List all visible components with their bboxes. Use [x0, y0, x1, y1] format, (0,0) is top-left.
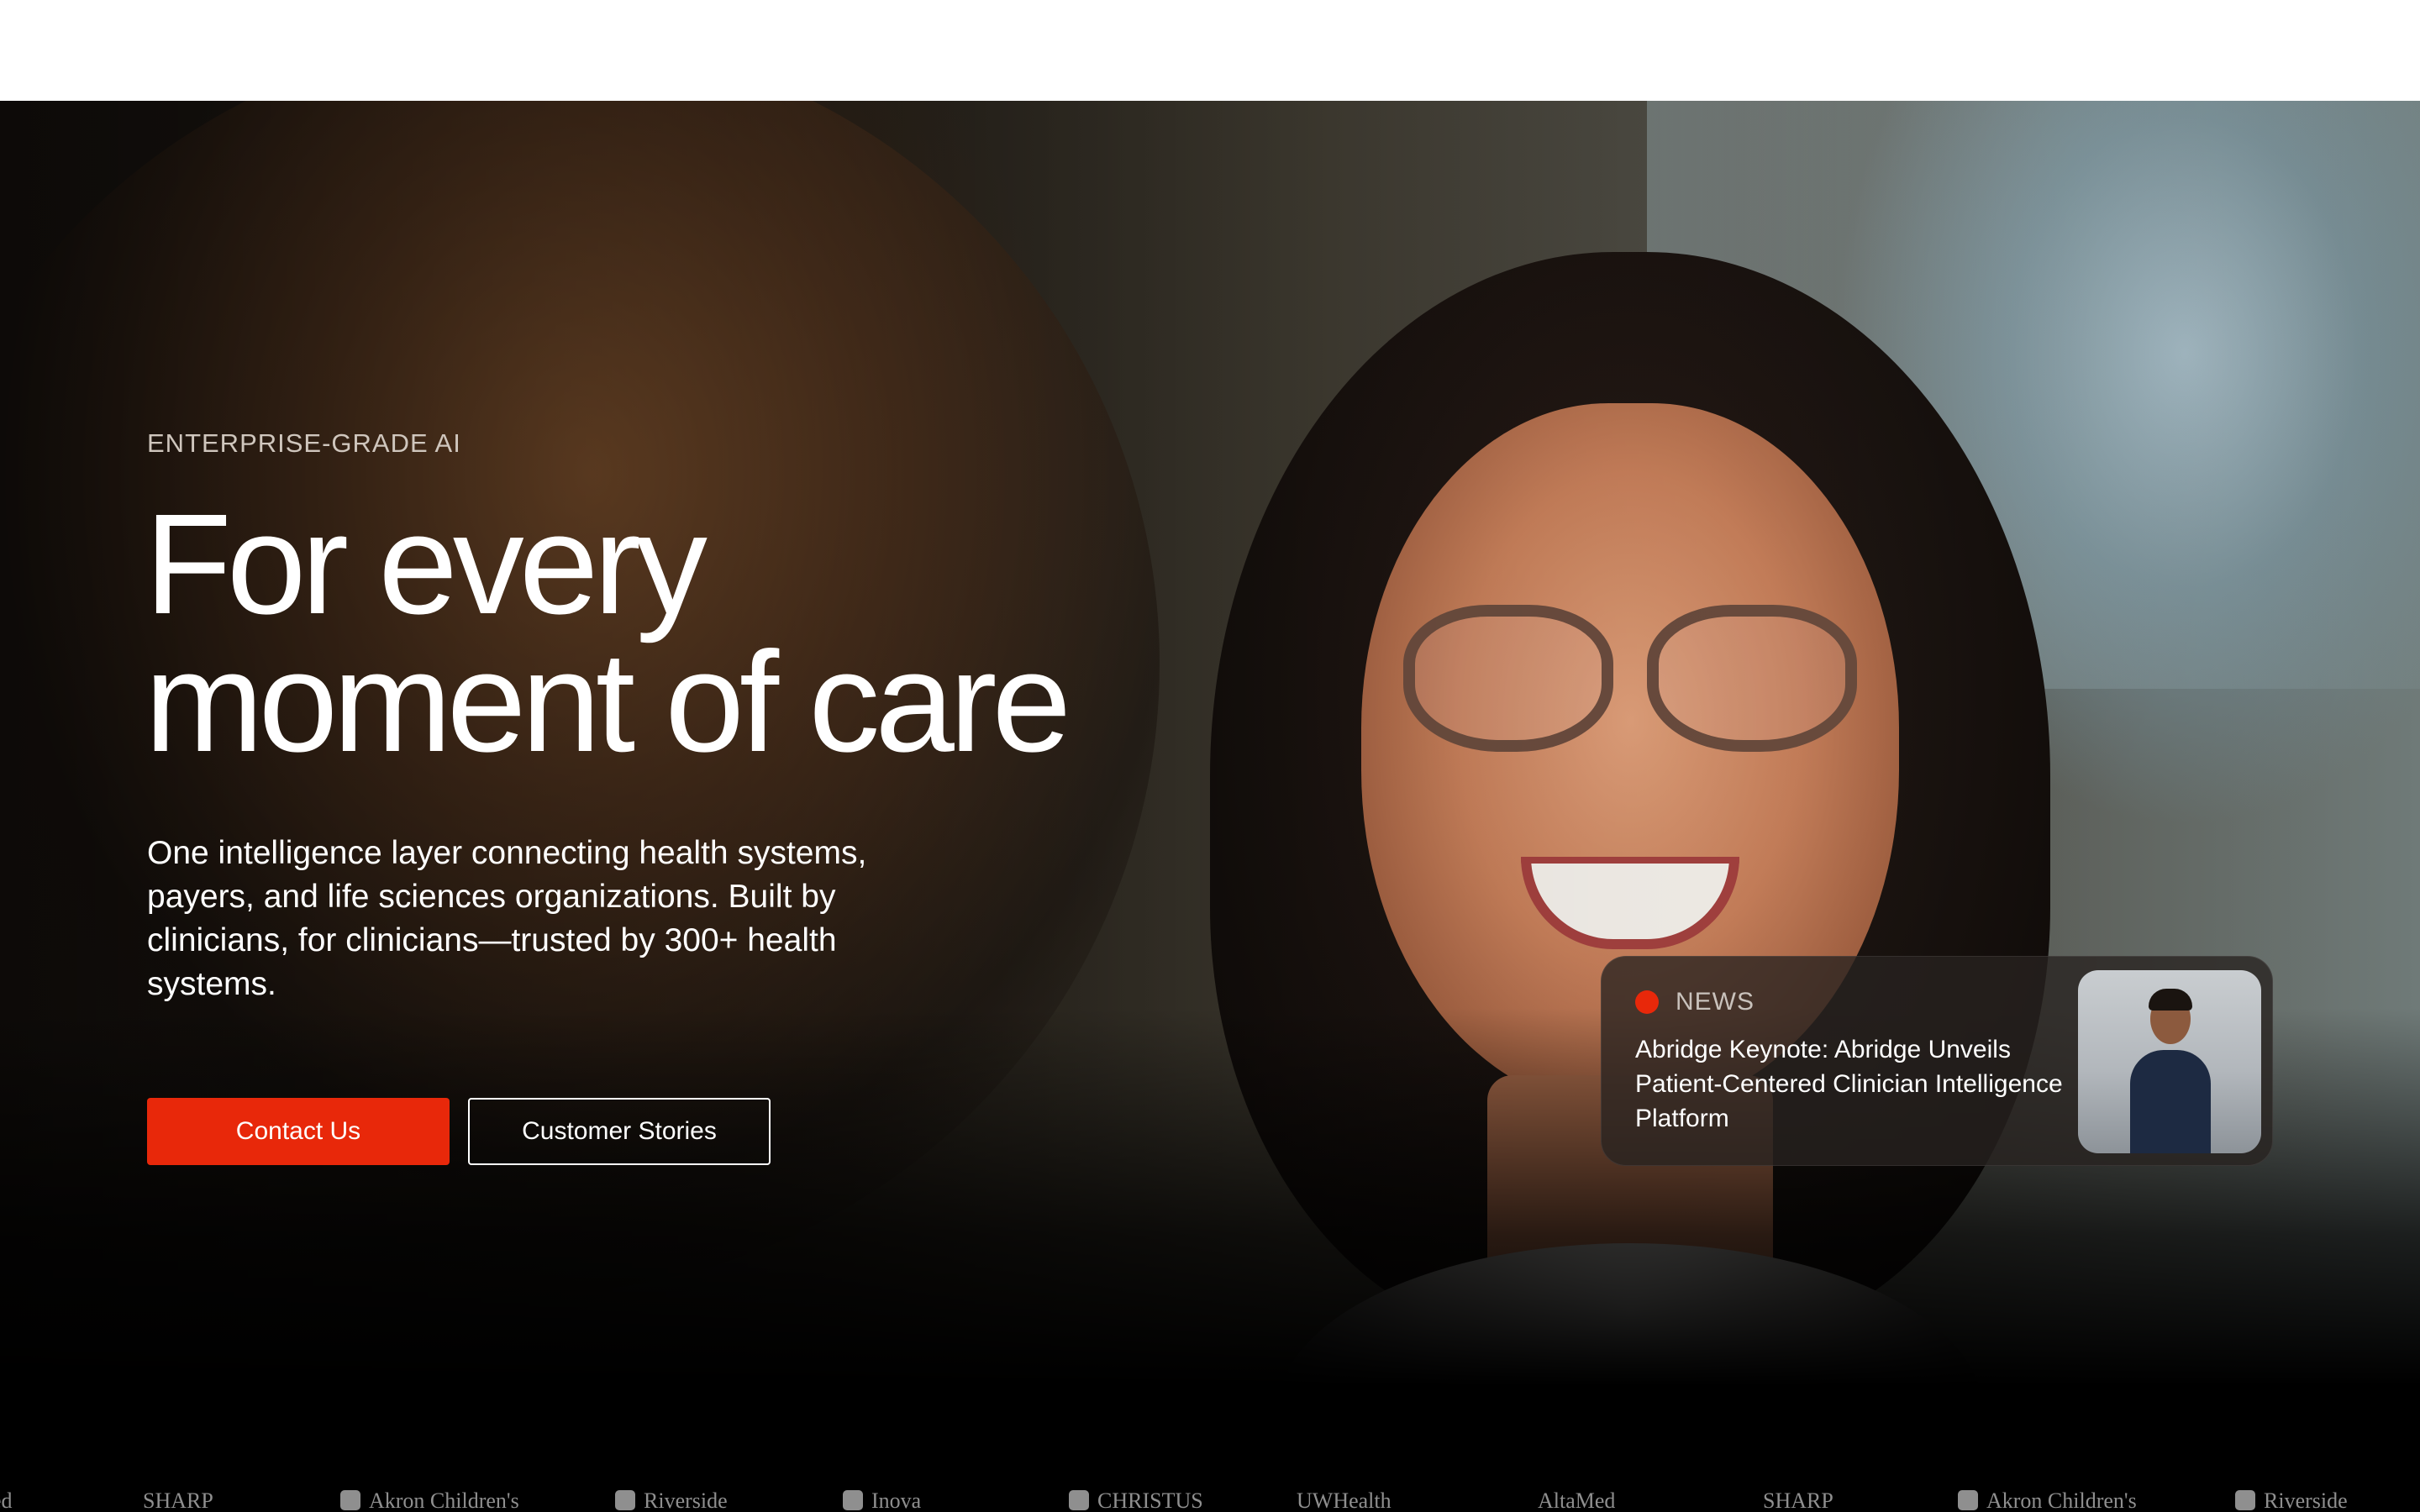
- customer-logo: CHRISTUS: [1069, 1488, 1203, 1512]
- hero-eyebrow: ENTERPRISE-GRADE AI: [147, 428, 461, 458]
- customer-logo-strip: ed SHARP Akron Children's Riverside Inov…: [0, 1478, 2420, 1512]
- news-title[interactable]: Abridge Keynote: Abridge Unveils Patient…: [1635, 1032, 2072, 1136]
- news-thumbnail-speaker-body: [2130, 1050, 2211, 1153]
- customer-stories-button[interactable]: Customer Stories: [468, 1098, 771, 1165]
- hero-headline-line1: For every: [145, 485, 708, 644]
- customer-logo-label: Riverside: [644, 1488, 728, 1512]
- customer-logo: SHARP: [143, 1488, 213, 1512]
- customer-logo: UWHealth: [1297, 1488, 1392, 1512]
- customer-logo: Inova: [843, 1488, 921, 1512]
- hero-headline-line2: moment of care: [145, 622, 1071, 782]
- customer-logo-label: Akron Children's: [1986, 1488, 2137, 1512]
- top-bar: [0, 0, 2420, 101]
- customer-logo: SHARP: [1763, 1488, 1833, 1512]
- customer-logo-label: SHARP: [143, 1488, 213, 1512]
- customer-logo-label: UWHealth: [1297, 1488, 1392, 1512]
- customer-logo-label: Akron Children's: [369, 1488, 519, 1512]
- shield-icon: [615, 1490, 635, 1510]
- customer-logo-label: SHARP: [1763, 1488, 1833, 1512]
- hero-subcopy: One intelligence layer connecting health…: [147, 835, 867, 1002]
- customer-logo-label: Riverside: [2264, 1488, 2348, 1512]
- customer-logo: Riverside: [615, 1488, 728, 1512]
- news-card[interactable]: NEWS Abridge Keynote: Abridge Unveils Pa…: [1601, 956, 2273, 1166]
- news-live-dot-icon: [1635, 990, 1659, 1014]
- customer-logo: Akron Children's: [340, 1488, 519, 1512]
- customer-logo-label: ed: [0, 1488, 13, 1512]
- customer-logo: Akron Children's: [1958, 1488, 2137, 1512]
- cross-icon: [1069, 1490, 1089, 1510]
- hero-headline: For every moment of care: [145, 485, 1237, 782]
- people-icon: [843, 1490, 863, 1510]
- shield-icon: [340, 1490, 360, 1510]
- shield-icon: [1958, 1490, 1978, 1510]
- contact-us-button[interactable]: Contact Us: [147, 1098, 450, 1165]
- customer-logo: ed: [0, 1488, 13, 1512]
- news-thumbnail-speaker-hair: [2149, 989, 2192, 1011]
- customer-logo-label: Inova: [871, 1488, 922, 1512]
- customer-logo-label: AltaMed: [1538, 1488, 1616, 1512]
- customer-logo-label: CHRISTUS: [1097, 1488, 1203, 1512]
- customer-logo: AltaMed: [1538, 1488, 1615, 1512]
- customer-logo: Riverside: [2235, 1488, 2348, 1512]
- shield-icon: [2235, 1490, 2255, 1510]
- news-tag: NEWS: [1676, 988, 1754, 1016]
- news-thumbnail[interactable]: [2078, 970, 2261, 1153]
- hero-section: [0, 101, 2420, 1512]
